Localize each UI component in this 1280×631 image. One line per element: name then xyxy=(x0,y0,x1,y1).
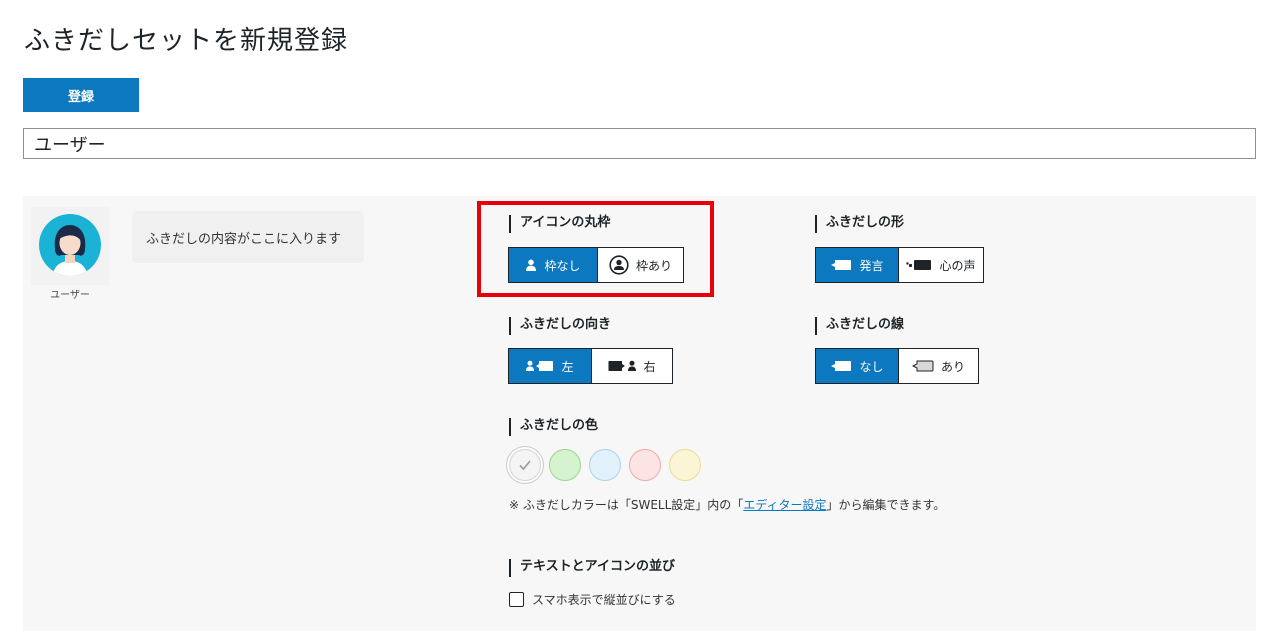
swatch-red[interactable] xyxy=(629,449,661,481)
swatch-default[interactable] xyxy=(509,449,541,481)
preview-bubble-text: ふきだしの内容がここに入ります xyxy=(146,231,342,247)
preview-bubble: ふきだしの内容がここに入ります xyxy=(132,211,364,263)
bubble-border-none-label: なし xyxy=(859,359,884,374)
swatch-green[interactable] xyxy=(549,449,581,481)
speech-bubble-icon xyxy=(831,361,852,371)
color-note-suffix: 」から編集できます。 xyxy=(826,498,946,512)
bubble-shape-toggle: 発言 心の声 xyxy=(815,247,984,283)
person-bubble-left-icon xyxy=(526,360,554,371)
swatch-blue[interactable] xyxy=(589,449,621,481)
bubble-direction-toggle: 左 右 xyxy=(508,348,673,384)
bubble-shape-thought-label: 心の声 xyxy=(939,258,976,273)
bubble-border-on-option[interactable]: あり xyxy=(898,349,978,383)
bubble-shape-label: ふきだしの形 xyxy=(815,215,904,233)
set-name-input[interactable] xyxy=(23,128,1256,159)
bubble-direction-left-label: 左 xyxy=(561,359,574,374)
bubble-border-none-option[interactable]: なし xyxy=(816,349,898,383)
avatar-name: ユーザー xyxy=(50,290,90,301)
vertical-layout-option[interactable]: スマホ表示で縦並びにする xyxy=(509,591,676,608)
bubble-shape-thought-option[interactable]: 心の声 xyxy=(898,248,983,282)
bubble-direction-label: ふきだしの向き xyxy=(509,317,611,335)
bubble-border-label: ふきだしの線 xyxy=(815,317,904,335)
bubble-border-toggle: なし あり xyxy=(815,348,979,384)
avatar-image xyxy=(31,207,109,285)
speech-bubble-icon xyxy=(831,260,852,270)
thought-bubble-icon xyxy=(906,260,932,270)
vertical-layout-checkbox[interactable] xyxy=(509,592,524,607)
outlined-bubble-icon xyxy=(911,360,934,372)
bubble-color-label: ふきだしの色 xyxy=(509,418,598,436)
vertical-layout-label: スマホ表示で縦並びにする xyxy=(532,593,676,607)
bubble-shape-speech-option[interactable]: 発言 xyxy=(816,248,898,282)
bubble-direction-left-option[interactable]: 左 xyxy=(509,349,591,383)
bubble-shape-speech-label: 発言 xyxy=(859,258,884,273)
register-button[interactable]: 登録 xyxy=(23,78,139,112)
check-icon xyxy=(519,460,531,471)
page-title: ふきだしセットを新規登録 xyxy=(24,26,349,56)
color-note-prefix: ※ ふきだしカラーは「SWELL設定」内の「 xyxy=(509,498,744,512)
swatch-yellow[interactable] xyxy=(669,449,701,481)
bubble-direction-right-label: 右 xyxy=(643,359,656,374)
highlight-box xyxy=(477,201,714,297)
bubble-direction-right-option[interactable]: 右 xyxy=(591,349,672,383)
color-swatches xyxy=(509,449,701,481)
editor-settings-link[interactable]: エディター設定 xyxy=(743,498,826,512)
avatar xyxy=(30,206,110,286)
bubble-person-right-icon xyxy=(608,360,637,371)
bubble-border-on-label: あり xyxy=(940,359,965,374)
layout-label: テキストとアイコンの並び xyxy=(509,559,675,577)
color-note: ※ ふきだしカラーは「SWELL設定」内の「エディター設定」から編集できます。 xyxy=(509,496,945,513)
